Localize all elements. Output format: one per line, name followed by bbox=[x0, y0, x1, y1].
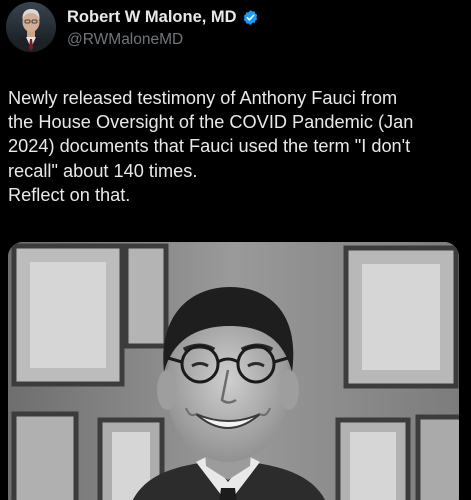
tweet-text: Newly released testimony of Anthony Fauc… bbox=[8, 86, 468, 207]
tweet-text-line: 2024) documents that Fauci used the term… bbox=[8, 136, 411, 157]
tweet-text-line: the House Oversight of the COVID Pandemi… bbox=[8, 112, 414, 133]
verified-badge-icon bbox=[242, 9, 259, 26]
author-avatar[interactable] bbox=[6, 2, 56, 52]
author-name-row[interactable]: Robert W Malone, MD bbox=[67, 8, 259, 27]
tweet-text-line: Reflect on that. bbox=[8, 184, 131, 205]
tweet-text-line: recall" about 140 times. bbox=[8, 160, 198, 181]
tweet-text-line: Newly released testimony of Anthony Fauc… bbox=[8, 88, 398, 108]
author-display-name[interactable]: Robert W Malone, MD bbox=[67, 8, 237, 27]
author-handle[interactable]: @RWMaloneMD bbox=[67, 31, 183, 49]
tweet-media-photo[interactable] bbox=[8, 242, 459, 500]
tweet: Robert W Malone, MD @RWMaloneMD Newly re… bbox=[0, 0, 471, 500]
